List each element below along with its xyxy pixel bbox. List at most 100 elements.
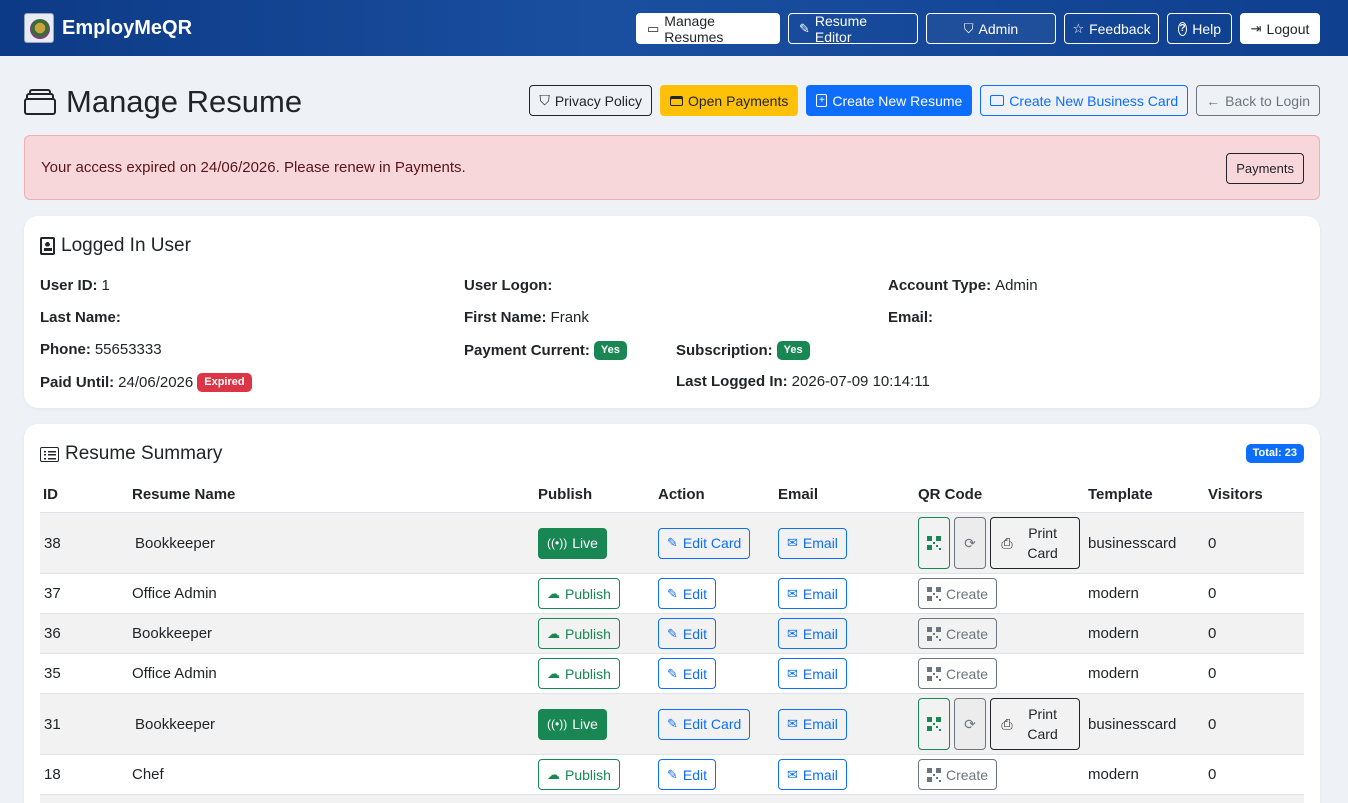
publish-button[interactable]: ☁ Publish xyxy=(538,578,620,609)
row-publish-cell: ☁ Publish xyxy=(538,574,620,613)
email-button[interactable]: ✉ Email xyxy=(778,759,847,790)
regenerate-button[interactable]: ⟳ xyxy=(954,517,986,569)
page-title-text: Manage Resume xyxy=(66,84,303,119)
field-label: User ID: xyxy=(40,277,98,294)
print-card-button[interactable]: ⎙ Print Card xyxy=(990,698,1080,750)
alert-payments-button[interactable]: Payments xyxy=(1226,153,1304,184)
nav-label: Feedback xyxy=(1089,20,1151,37)
user-card-title: Logged In User xyxy=(40,235,191,257)
last-name-field: Last Name: xyxy=(40,309,125,326)
logged-in-user-card: Logged In User User ID: 1 User Logon: Acc… xyxy=(24,216,1320,408)
email-button[interactable]: ✉ Email xyxy=(778,618,847,649)
table-row: 18 Chef ☁ Publish ✎ Edit ✉ Email Create modern 0 xyxy=(40,754,1304,794)
nav-manage-resumes-button[interactable]: ▭ Manage Resumes xyxy=(636,13,780,45)
live-button[interactable]: ((•)) Live xyxy=(538,708,607,740)
live-button[interactable]: ((•)) Live xyxy=(538,527,607,559)
field-label: Payment Current: xyxy=(464,342,590,359)
back-to-login-button[interactable]: ← Back to Login xyxy=(1196,85,1320,116)
nav-help-button[interactable]: ? Help xyxy=(1167,13,1232,44)
account-type-field: Account Type: Admin xyxy=(888,277,1038,294)
row-qr-cell: Create xyxy=(918,654,998,693)
col-header-action: Action xyxy=(658,486,705,503)
payment-current-field: Payment Current: Yes xyxy=(464,341,627,360)
nav-resume-editor-button[interactable]: ✎ Resume Editor xyxy=(788,13,918,45)
col-header-id: ID xyxy=(43,486,58,503)
publish-button[interactable]: ☁ Publish xyxy=(538,618,620,649)
credit-card-icon xyxy=(669,95,683,106)
row-visitors: 0 xyxy=(1208,665,1217,682)
row-email-cell: ✉ Email xyxy=(778,654,847,693)
table-row: 36 Bookkeeper ☁ Publish ✎ Edit ✉ Email Create mod… xyxy=(40,613,1304,653)
edit-button[interactable]: ✎ Edit Card xyxy=(658,708,751,740)
field-label: Last Name: xyxy=(40,309,121,326)
field-label: Account Type: xyxy=(888,277,992,294)
nav-feedback-button[interactable]: ☆ Feedback xyxy=(1064,13,1159,44)
qr-code-icon xyxy=(927,767,941,782)
row-template: businesscard xyxy=(1088,715,1177,733)
row-template: modern xyxy=(1088,665,1139,682)
page-title: Manage Resume xyxy=(24,84,302,120)
privacy-policy-button[interactable]: ⛉ Privacy Policy xyxy=(529,85,652,116)
publish-button[interactable]: ☁ Publish xyxy=(538,658,620,689)
button-label: Edit xyxy=(682,665,708,682)
create-new-resume-button[interactable]: + Create New Resume xyxy=(806,85,973,116)
email-button[interactable]: ✉ Email xyxy=(778,658,847,689)
button-label: Publish xyxy=(565,665,611,682)
qr-code-button[interactable] xyxy=(918,698,950,750)
field-label: First Name: xyxy=(464,309,547,326)
edit-button[interactable]: ✎ Edit Card xyxy=(658,527,751,559)
button-label: Edit Card xyxy=(682,716,742,732)
regenerate-button[interactable]: ⟳ xyxy=(954,698,986,750)
table-row xyxy=(40,794,1304,803)
button-label: Create xyxy=(946,585,989,602)
print-card-button[interactable]: ⎙ Print Card xyxy=(990,517,1080,569)
brand-name: EmployMeQR xyxy=(62,16,193,39)
create-qr-button[interactable]: Create xyxy=(918,658,998,689)
brand[interactable]: EmployMeQR xyxy=(24,13,192,43)
field-label: Email: xyxy=(888,309,934,326)
col-header-name: Resume Name xyxy=(132,486,236,503)
row-template: businesscard xyxy=(1088,534,1177,552)
cloud-upload-icon: ☁ xyxy=(547,625,560,641)
email-button[interactable]: ✉ Email xyxy=(778,578,847,609)
nav-admin-button[interactable]: ⛉ Admin xyxy=(926,13,1056,44)
edit-button[interactable]: ✎ Edit xyxy=(658,759,717,790)
button-label: Create xyxy=(946,665,989,682)
button-label: Live xyxy=(572,535,598,551)
edit-icon: ✎ xyxy=(667,625,678,641)
email-button[interactable]: ✉ Email xyxy=(778,708,847,740)
qr-code-button[interactable] xyxy=(918,517,950,569)
list-icon xyxy=(40,446,59,462)
expired-badge: Expired xyxy=(197,373,252,392)
edit-button[interactable]: ✎ Edit xyxy=(658,618,717,649)
total-badge: Total: 23 xyxy=(1245,444,1304,463)
button-label: Live xyxy=(572,716,598,732)
row-template: modern xyxy=(1088,766,1139,783)
create-qr-button[interactable]: Create xyxy=(918,578,998,609)
field-value: 1 xyxy=(101,277,110,294)
field-value: 24/06/2026 xyxy=(118,374,194,391)
row-id: 31 xyxy=(44,715,61,733)
qr-code-icon xyxy=(927,717,941,731)
row-publish-cell: ☁ Publish xyxy=(538,654,620,693)
user-id-field: User ID: 1 xyxy=(40,277,110,294)
nav-logout-button[interactable]: ⇥ Logout xyxy=(1240,13,1320,44)
button-label: Print Card xyxy=(1027,706,1058,742)
broadcast-icon: ((•)) xyxy=(547,536,568,550)
button-label: Email xyxy=(802,535,838,551)
create-new-business-card-button[interactable]: Create New Business Card xyxy=(980,85,1189,116)
edit-button[interactable]: ✎ Edit xyxy=(658,578,717,609)
edit-button[interactable]: ✎ Edit xyxy=(658,658,717,689)
row-qr-cell: Create xyxy=(918,755,998,794)
button-label: Edit Card xyxy=(682,535,742,551)
open-payments-button[interactable]: Open Payments xyxy=(659,85,799,116)
create-qr-button[interactable]: Create xyxy=(918,618,998,649)
row-visitors: 0 xyxy=(1208,766,1217,783)
email-button[interactable]: ✉ Email xyxy=(778,527,847,559)
qr-code-icon xyxy=(927,586,941,601)
row-id: 35 xyxy=(44,665,61,682)
button-label: Publish xyxy=(565,625,611,642)
publish-button[interactable]: ☁ Publish xyxy=(538,759,620,790)
create-qr-button[interactable]: Create xyxy=(918,759,998,790)
nav-menu: ▭ Manage Resumes ✎ Resume Editor ⛉ Admin… xyxy=(636,13,1320,45)
